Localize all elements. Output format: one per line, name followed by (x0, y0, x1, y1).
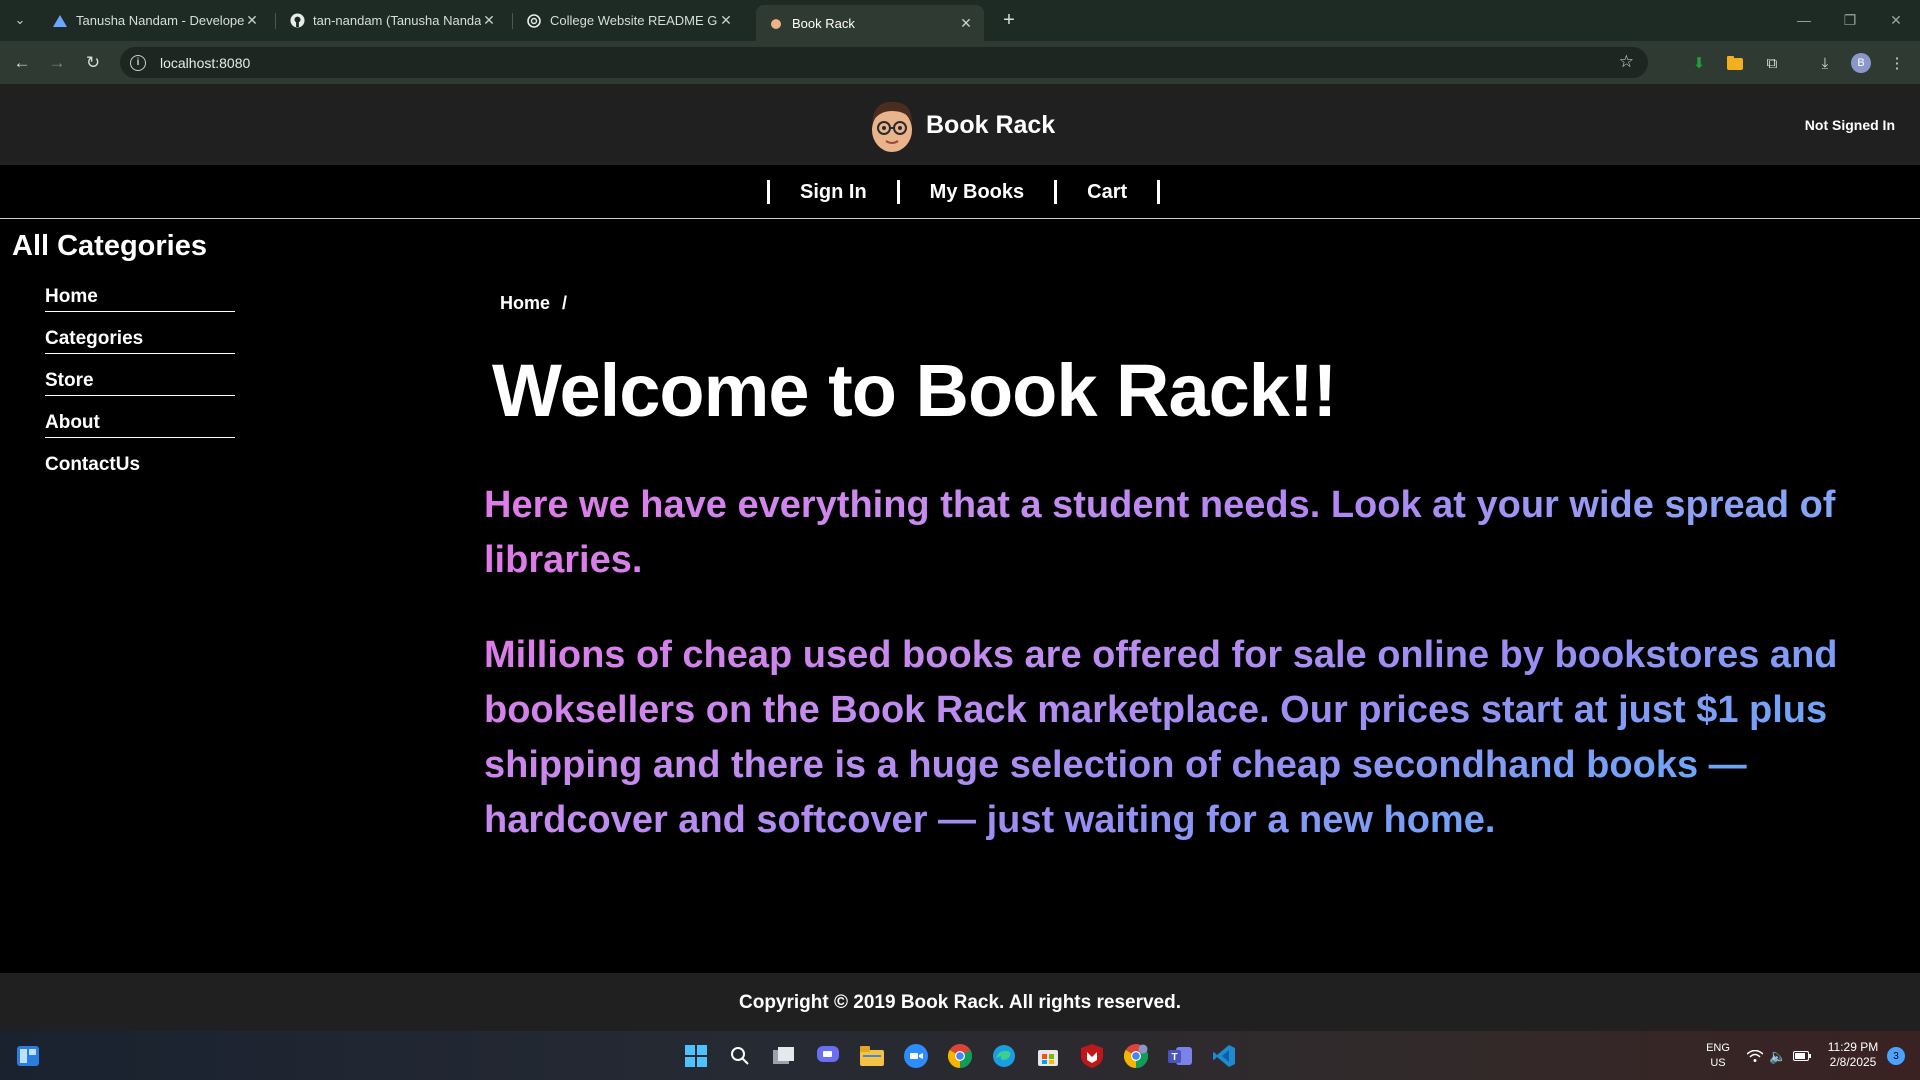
brand-name[interactable]: Book Rack (926, 111, 1055, 140)
vscode-icon[interactable] (1209, 1041, 1239, 1071)
profile-avatar[interactable]: B (1850, 52, 1872, 74)
region-code: US (1710, 1057, 1726, 1069)
task-view-icon[interactable] (769, 1041, 799, 1071)
book-rack-favicon (768, 15, 784, 31)
forward-icon[interactable]: → (44, 50, 70, 76)
page-title: Welcome to Book Rack!! (492, 349, 1337, 432)
tab-chatgpt[interactable]: College Website README Guid ✕ (514, 6, 744, 35)
address-url[interactable]: localhost:8080 (160, 55, 250, 71)
tab-separator (275, 13, 276, 29)
sidebar-item-contactus[interactable]: ContactUs (45, 454, 235, 479)
microsoft-store-icon[interactable] (1033, 1041, 1063, 1071)
description-paragraph: Millions of cheap used books are offered… (484, 628, 1884, 848)
intro-paragraph: Here we have everything that a student n… (484, 478, 1884, 588)
brand[interactable]: Book Rack (866, 97, 1055, 153)
sidebar-item-categories[interactable]: Categories (45, 328, 235, 354)
taskbar: T ENG US 🔈 11:29 PM 2/8/2025 3 (0, 1031, 1920, 1080)
github-icon (289, 13, 305, 29)
clock[interactable]: 11:29 PM 2/8/2025 (1822, 1040, 1884, 1070)
tab-title: tan-nandam (Tanusha Nandam) (313, 13, 481, 28)
folder-extension-icon[interactable] (1724, 52, 1746, 74)
tab-close-icon[interactable]: ✕ (244, 12, 260, 29)
copyright-text: Copyright © 2019 Book Rack. All rights r… (739, 992, 1181, 1013)
memoji-logo-icon (866, 97, 918, 153)
nav-my-books[interactable]: My Books (900, 181, 1054, 204)
browser-menu-icon[interactable]: ⋮ (1886, 52, 1908, 74)
site-footer: Copyright © 2019 Book Rack. All rights r… (0, 973, 1920, 1031)
notification-badge[interactable]: 3 (1887, 1047, 1905, 1065)
tab-book-rack[interactable]: Book Rack ✕ (756, 5, 984, 41)
tab-separator (512, 13, 513, 29)
clock-time: 11:29 PM (1827, 1040, 1879, 1054)
bookmark-star-icon[interactable]: ☆ (1619, 52, 1634, 72)
tab-close-icon[interactable]: ✕ (958, 15, 974, 32)
sidebar-title: All Categories (12, 230, 207, 262)
site-header: Book Rack Not Signed In (0, 84, 1920, 165)
new-tab-icon[interactable]: + (997, 8, 1021, 32)
chrome-icon[interactable] (945, 1041, 975, 1071)
windows-start-icon[interactable] (681, 1041, 711, 1071)
chatgpt-icon (526, 13, 542, 29)
restore-icon[interactable]: ❐ (1832, 8, 1868, 32)
chrome-profile-icon[interactable] (1121, 1041, 1151, 1071)
browser-toolbar: ← → ↻ i localhost:8080 ☆ ⬇ ⧉ ⤓ B ⋮ (0, 41, 1920, 84)
nav-divider (1157, 180, 1161, 204)
battery-icon[interactable] (1787, 1041, 1817, 1071)
downloads-icon[interactable]: ⤓ (1814, 52, 1836, 74)
edge-icon[interactable] (989, 1041, 1019, 1071)
language-indicator[interactable]: ENG US (1700, 1041, 1736, 1071)
zoom-icon[interactable] (901, 1041, 931, 1071)
tab-close-icon[interactable]: ✕ (481, 12, 497, 29)
svg-text:T: T (1172, 1052, 1178, 1063)
tab-search-icon[interactable]: ⌄ (8, 8, 32, 32)
tab-title: Book Rack (792, 15, 855, 31)
clock-date: 2/8/2025 (1829, 1055, 1877, 1069)
main-nav: Sign In My Books Cart (0, 165, 1920, 219)
extensions-puzzle-icon[interactable]: ⧉ (1761, 52, 1783, 74)
sidebar-item-home[interactable]: Home (45, 286, 235, 312)
address-bar[interactable]: i localhost:8080 ☆ (120, 47, 1648, 78)
sidebar-item-about[interactable]: About (45, 412, 235, 438)
download-extension-icon[interactable]: ⬇ (1688, 52, 1710, 74)
chat-icon[interactable] (813, 1041, 843, 1071)
close-window-icon[interactable]: ✕ (1878, 8, 1914, 32)
tab-close-icon[interactable]: ✕ (718, 12, 734, 29)
breadcrumb-home[interactable]: Home (500, 293, 550, 313)
browser-tab-bar: ⌄ Tanusha Nandam - Developer P ✕ tan-nan… (0, 0, 1920, 41)
widgets-icon[interactable] (13, 1041, 43, 1071)
back-icon[interactable]: ← (9, 50, 35, 76)
nav-sign-in[interactable]: Sign In (770, 181, 897, 204)
file-explorer-icon[interactable] (857, 1041, 887, 1071)
search-icon[interactable] (725, 1041, 755, 1071)
tab-developer-profile[interactable]: Tanusha Nandam - Developer P ✕ (40, 6, 270, 35)
tab-title: Tanusha Nandam - Developer P (76, 13, 244, 28)
nav-cart[interactable]: Cart (1057, 181, 1157, 204)
teams-icon[interactable]: T (1165, 1041, 1195, 1071)
mcafee-icon[interactable] (1077, 1041, 1107, 1071)
tab-github[interactable]: tan-nandam (Tanusha Nandam) ✕ (277, 6, 507, 35)
reload-icon[interactable]: ↻ (80, 50, 106, 76)
minimize-icon[interactable]: — (1786, 8, 1822, 32)
site-info-icon[interactable]: i (130, 54, 146, 71)
sign-in-status: Not Signed In (1804, 117, 1895, 133)
sidebar-item-store[interactable]: Store (45, 370, 235, 396)
breadcrumb: Home / (500, 293, 567, 314)
triangle-logo-icon (52, 13, 68, 29)
language-code: ENG (1706, 1042, 1730, 1054)
breadcrumb-separator: / (562, 293, 568, 313)
tab-title: College Website README Guid (550, 13, 718, 28)
